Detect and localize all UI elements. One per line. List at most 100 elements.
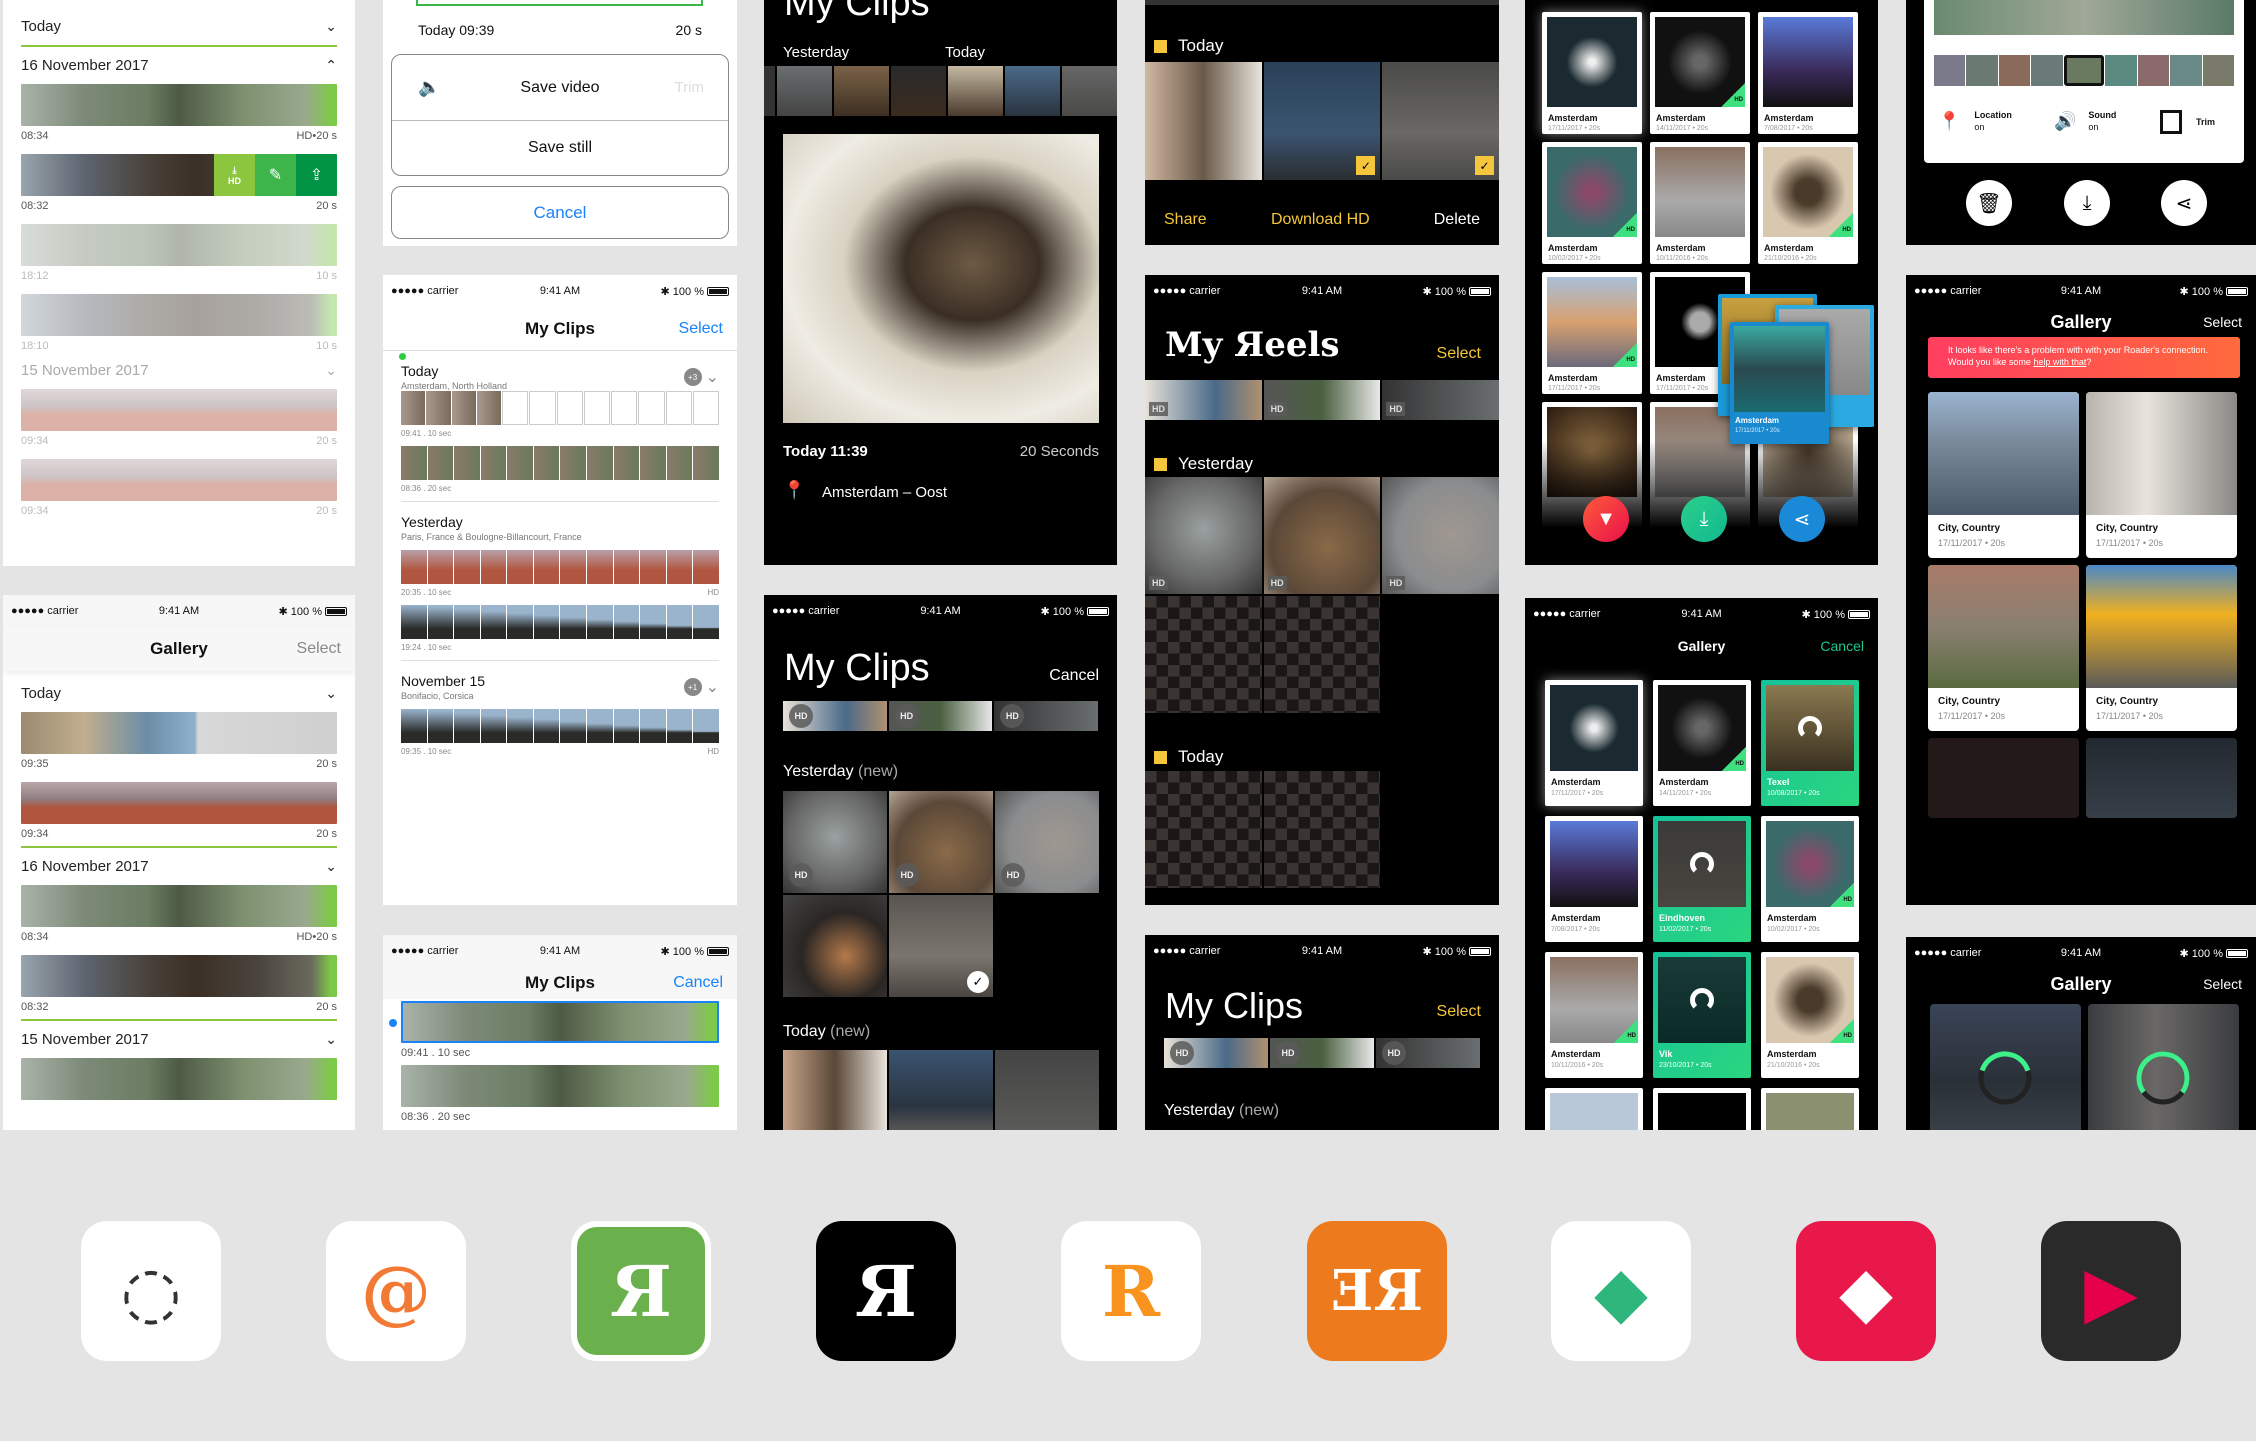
- clip-strip-swiped[interactable]: ⤓ HD ✎ ⇪: [21, 154, 337, 196]
- save-still-button[interactable]: Save still: [392, 121, 728, 175]
- frame-scrubber[interactable]: [1934, 55, 2234, 86]
- clip-card[interactable]: Amsterdam 17/11/2017 • 20s: [1545, 680, 1643, 806]
- reel-thumb[interactable]: [1145, 62, 1262, 180]
- current-frame[interactable]: [2063, 55, 2105, 86]
- tab-today[interactable]: Today: [945, 44, 985, 61]
- preview-image[interactable]: [1934, 0, 2234, 35]
- orange-er-icon[interactable]: ƎЯ: [1307, 1221, 1447, 1361]
- clip-strip[interactable]: [401, 446, 719, 480]
- clip-thumb[interactable]: [783, 895, 887, 997]
- group-expand[interactable]: +1 ⌄: [683, 677, 719, 697]
- reel-thumb[interactable]: HD: [1382, 477, 1499, 594]
- clip-card[interactable]: City, Country 17/11/2017 • 20s: [1928, 565, 2079, 731]
- clip-strip-loading[interactable]: [21, 712, 337, 754]
- group-expand[interactable]: +3 ⌄: [683, 367, 719, 387]
- cancel-button[interactable]: Cancel: [1820, 638, 1864, 654]
- clip-card[interactable]: HD Amsterdam 10/02/2017 • 20s: [1761, 816, 1859, 942]
- clip-strip[interactable]: [21, 885, 337, 927]
- share-button[interactable]: Share: [1164, 211, 1207, 229]
- clip-card[interactable]: [1653, 1088, 1751, 1130]
- clip-card[interactable]: HD Amsterdam 21/10/2016 • 20s: [1758, 142, 1858, 264]
- clip-strip[interactable]: [21, 84, 337, 126]
- clip-card[interactable]: HD Amsterdam 14/11/2017 • 20s: [1653, 680, 1751, 806]
- clip-strip[interactable]: [401, 605, 719, 639]
- delete-button[interactable]: Delete: [1434, 211, 1480, 229]
- select-button[interactable]: Select: [1437, 345, 1481, 363]
- clip-strip[interactable]: [21, 1058, 337, 1100]
- clip-thumb[interactable]: [889, 1050, 993, 1130]
- clip-card[interactable]: Amsterdam 17/11/2017 • 20s: [1542, 12, 1642, 134]
- clip-preview[interactable]: [783, 134, 1099, 423]
- share-button[interactable]: ⇪: [296, 154, 337, 196]
- share-button[interactable]: ⋖: [1779, 496, 1825, 542]
- clip-card-selected[interactable]: Texel 10/08/2017 • 20s: [1761, 680, 1859, 806]
- clip-strip-selected[interactable]: [401, 1001, 719, 1043]
- green-diamond-icon[interactable]: ◆: [1551, 1221, 1691, 1361]
- clip-thumb-selected[interactable]: ✓: [889, 895, 993, 997]
- clip-strip[interactable]: [401, 550, 719, 584]
- dark-pink-play-icon[interactable]: ▶: [2041, 1221, 2181, 1361]
- card-uploading[interactable]: [1930, 1004, 2081, 1130]
- section-today[interactable]: Today ⌄: [21, 685, 337, 702]
- clip-card[interactable]: City, Country 17/11/2017 • 20s: [2086, 565, 2237, 731]
- clip-card[interactable]: [1761, 1088, 1859, 1130]
- delete-button[interactable]: 🗑: [1966, 180, 2012, 226]
- save-video-button[interactable]: 🔈 Save video Trim: [392, 55, 728, 121]
- clip-strip[interactable]: [21, 782, 337, 824]
- reel-thumb-pixelated[interactable]: [1263, 596, 1381, 713]
- clip-card[interactable]: HD Amsterdam 17/11/2017 • 20s: [1542, 272, 1642, 394]
- reel-thumb-pixelated[interactable]: [1263, 771, 1381, 888]
- select-button[interactable]: Select: [2203, 314, 2242, 330]
- clip-strip[interactable]: [401, 709, 719, 743]
- reel-thumb-pixelated[interactable]: [1145, 596, 1262, 713]
- section-today[interactable]: Today ⌄: [21, 18, 337, 35]
- location-toggle[interactable]: 📍 Location on: [1938, 110, 2012, 133]
- clip-card[interactable]: Amsterdam 7/08/2017 • 20s: [1545, 816, 1643, 942]
- checkbox-checked-icon[interactable]: ✓: [1475, 156, 1495, 175]
- sound-toggle[interactable]: 🔊 Sound on: [2054, 110, 2116, 133]
- clip-strip[interactable]: [21, 294, 337, 336]
- chevron-down-icon[interactable]: ⌄: [325, 18, 337, 35]
- download-hd-button[interactable]: Download HD: [1271, 211, 1370, 229]
- clip-thumb[interactable]: [995, 1050, 1099, 1130]
- clip-card[interactable]: HD Amsterdam 10/02/2017 • 20s: [1542, 142, 1642, 264]
- edit-button[interactable]: ✎: [255, 154, 296, 196]
- trim-button[interactable]: Trim: [2160, 110, 2215, 134]
- reel-thumb-selected[interactable]: ✓: [1382, 62, 1499, 180]
- clip-strip[interactable]: [21, 224, 337, 266]
- clip-card[interactable]: [1928, 738, 2079, 818]
- clip-card-selected[interactable]: Eindhoven 11/02/2017 • 20s: [1653, 816, 1751, 942]
- reel-thumb-pixelated[interactable]: [1145, 771, 1262, 888]
- clip-card[interactable]: Amsterdam 10/11/2016 • 20s: [1650, 142, 1750, 264]
- clip-strip[interactable]: [21, 955, 337, 997]
- select-button[interactable]: Select: [2203, 976, 2242, 992]
- orange-chevron-r-icon[interactable]: R: [1061, 1221, 1201, 1361]
- clip-card[interactable]: HD Amsterdam 14/11/2017 • 20s: [1650, 12, 1750, 134]
- dragged-card[interactable]: Amsterdam 17/11/2017 • 20s: [1730, 322, 1829, 444]
- clip-strip[interactable]: [21, 459, 337, 501]
- download-button[interactable]: ⤓: [1681, 496, 1727, 542]
- help-link[interactable]: help with that: [2033, 357, 2086, 367]
- section-16-november[interactable]: 16 November 2017 ⌄: [21, 858, 337, 875]
- clip-card[interactable]: Amsterdam 7/08/2017 • 20s: [1758, 12, 1858, 134]
- black-r-icon[interactable]: Я: [816, 1221, 956, 1361]
- clip-card-selected[interactable]: Vik 23/10/2017 • 20s: [1653, 952, 1751, 1078]
- download-button[interactable]: ⤓: [2064, 180, 2110, 226]
- clip-thumb[interactable]: HD: [889, 791, 993, 893]
- clip-card[interactable]: HD Amsterdam 10/11/2016 • 20s: [1545, 952, 1643, 1078]
- checkbox-checked-icon[interactable]: ✓: [1356, 156, 1376, 175]
- chevron-down-icon[interactable]: ⌄: [706, 677, 719, 697]
- section-15-november[interactable]: 15 November 2017 ⌄: [21, 1031, 337, 1048]
- download-hd-button[interactable]: ⤓ HD: [214, 154, 255, 196]
- section-15-november[interactable]: 15 November 2017 ⌄: [21, 362, 337, 379]
- cancel-button[interactable]: Cancel: [1049, 667, 1099, 685]
- select-button[interactable]: Select: [1437, 1003, 1481, 1021]
- clip-thumb[interactable]: HD: [783, 791, 887, 893]
- clip-thumb[interactable]: HD: [995, 791, 1099, 893]
- tab-yesterday[interactable]: Yesterday: [783, 44, 849, 61]
- select-button[interactable]: Select: [297, 640, 341, 658]
- clip-strip[interactable]: [401, 391, 719, 425]
- circle-swirl-icon[interactable]: ◌: [81, 1221, 221, 1361]
- clip-card[interactable]: City, Country 17/11/2017 • 20s: [2086, 392, 2237, 558]
- thumbnail-strip[interactable]: [764, 66, 1117, 116]
